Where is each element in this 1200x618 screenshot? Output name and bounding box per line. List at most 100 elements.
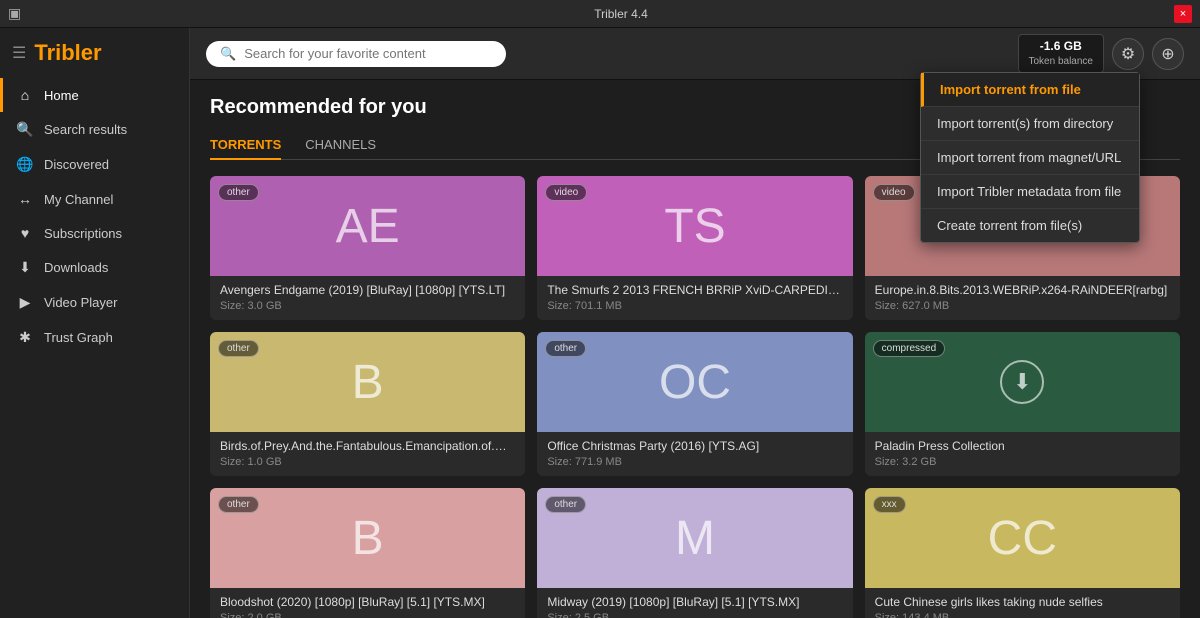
sidebar-label-search: Search results [44, 122, 127, 137]
app-icon: ▣ [8, 5, 21, 22]
card-initials: TS [664, 199, 725, 254]
graph-icon: ✱ [16, 329, 34, 346]
title-bar-controls: × [1174, 5, 1192, 23]
card-c5[interactable]: other OC Office Christmas Party (2016) [… [537, 332, 852, 476]
sidebar-item-downloads[interactable]: ⬇ Downloads [0, 250, 189, 285]
card-badge: xxx [873, 496, 906, 513]
card-thumbnail: other OC [537, 332, 852, 432]
card-badge: other [218, 184, 259, 201]
dropdown-item-import-dir[interactable]: Import torrent(s) from directory [921, 107, 1139, 141]
card-badge: compressed [873, 340, 945, 357]
card-initials: M [675, 511, 715, 566]
card-title: Midway (2019) [1080p] [BluRay] [5.1] [YT… [547, 595, 842, 609]
card-size: Size: 1.0 GB [220, 456, 515, 468]
card-title: Avengers Endgame (2019) [BluRay] [1080p]… [220, 283, 515, 297]
card-size: Size: 627.0 MB [875, 300, 1170, 312]
sidebar-item-trustgraph[interactable]: ✱ Trust Graph [0, 320, 189, 355]
card-initials: AE [336, 199, 400, 254]
card-thumbnail: other M [537, 488, 852, 588]
card-info: Paladin Press Collection Size: 3.2 GB [865, 432, 1180, 476]
card-badge: other [218, 340, 259, 357]
channel-icon: ↔ [16, 191, 34, 207]
card-info: Birds.of.Prey.And.the.Fantabulous.Emanci… [210, 432, 525, 476]
sidebar-item-home[interactable]: ⌂ Home [0, 78, 189, 112]
card-badge: video [873, 184, 915, 201]
card-size: Size: 2.0 GB [220, 612, 515, 618]
card-c2[interactable]: video TS The Smurfs 2 2013 FRENCH BRRiP … [537, 176, 852, 320]
card-title: Cute Chinese girls likes taking nude sel… [875, 595, 1170, 609]
tab-torrents[interactable]: TORRENTS [210, 131, 281, 160]
search-bar[interactable]: 🔍 [206, 41, 506, 67]
card-info: The Smurfs 2 2013 FRENCH BRRiP XviD-CARP… [537, 276, 852, 320]
card-initials: B [352, 355, 384, 410]
card-title: Bloodshot (2020) [1080p] [BluRay] [5.1] … [220, 595, 515, 609]
card-title: Paladin Press Collection [875, 439, 1170, 453]
token-amount: -1.6 GB [1029, 39, 1094, 55]
sidebar-label-home: Home [44, 88, 79, 103]
card-c6[interactable]: compressed ⬇ Paladin Press Collection Si… [865, 332, 1180, 476]
search-bar-icon: 🔍 [220, 46, 236, 62]
sidebar-item-videoplayer[interactable]: ▶ Video Player [0, 285, 189, 320]
header-right: -1.6 GB Token balance ⚙ ⊕ [1018, 34, 1185, 73]
sidebar-label-trustgraph: Trust Graph [44, 330, 113, 345]
heart-icon: ♥ [16, 225, 34, 241]
card-info: Avengers Endgame (2019) [BluRay] [1080p]… [210, 276, 525, 320]
card-info: Midway (2019) [1080p] [BluRay] [5.1] [YT… [537, 588, 852, 618]
sidebar-label-discovered: Discovered [44, 157, 109, 172]
download-icon: ⬇ [16, 259, 34, 276]
card-c9[interactable]: xxx CC Cute Chinese girls likes taking n… [865, 488, 1180, 618]
card-title: Europe.in.8.Bits.2013.WEBRiP.x264-RAiNDE… [875, 283, 1170, 297]
card-thumbnail: video TS [537, 176, 852, 276]
search-input[interactable] [244, 46, 492, 61]
search-icon: 🔍 [16, 121, 34, 138]
close-button[interactable]: × [1174, 5, 1192, 23]
card-size: Size: 143.4 MB [875, 612, 1170, 618]
card-initials: B [352, 511, 384, 566]
settings-button[interactable]: ⚙ [1112, 38, 1144, 70]
title-bar-left: ▣ [8, 5, 68, 22]
sidebar-item-discovered[interactable]: 🌐 Discovered [0, 147, 189, 182]
sidebar-item-mychannel[interactable]: ↔ My Channel [0, 182, 189, 216]
card-size: Size: 3.0 GB [220, 300, 515, 312]
token-balance: -1.6 GB Token balance [1018, 34, 1105, 73]
sidebar-label-mychannel: My Channel [44, 192, 113, 207]
card-info: Office Christmas Party (2016) [YTS.AG] S… [537, 432, 852, 476]
dropdown-item-import-magnet[interactable]: Import torrent from magnet/URL [921, 141, 1139, 175]
dropdown-item-create-torrent[interactable]: Create torrent from file(s) [921, 209, 1139, 242]
card-title: Office Christmas Party (2016) [YTS.AG] [547, 439, 842, 453]
card-badge: video [545, 184, 587, 201]
logo: Tribler [34, 40, 101, 66]
sidebar-label-subscriptions: Subscriptions [44, 226, 122, 241]
card-thumbnail: other B [210, 488, 525, 588]
add-button[interactable]: ⊕ [1152, 38, 1184, 70]
card-initials: OC [659, 355, 731, 410]
card-c1[interactable]: other AE Avengers Endgame (2019) [BluRay… [210, 176, 525, 320]
card-size: Size: 771.9 MB [547, 456, 842, 468]
card-c8[interactable]: other M Midway (2019) [1080p] [BluRay] [… [537, 488, 852, 618]
card-info: Bloodshot (2020) [1080p] [BluRay] [5.1] … [210, 588, 525, 618]
sidebar: ☰ Tribler ⌂ Home 🔍 Search results 🌐 Disc… [0, 28, 190, 618]
card-c7[interactable]: other B Bloodshot (2020) [1080p] [BluRay… [210, 488, 525, 618]
globe-icon: 🌐 [16, 156, 34, 173]
sidebar-header: ☰ Tribler [0, 32, 189, 78]
card-size: Size: 701.1 MB [547, 300, 842, 312]
home-icon: ⌂ [16, 87, 34, 103]
card-size: Size: 3.2 GB [875, 456, 1170, 468]
token-label: Token balance [1029, 55, 1094, 68]
dropdown-menu: Import torrent from fileImport torrent(s… [920, 72, 1140, 243]
card-c4[interactable]: other B Birds.of.Prey.And.the.Fantabulou… [210, 332, 525, 476]
dropdown-item-import-metadata[interactable]: Import Tribler metadata from file [921, 175, 1139, 209]
card-info: Europe.in.8.Bits.2013.WEBRiP.x264-RAiNDE… [865, 276, 1180, 320]
sidebar-item-subscriptions[interactable]: ♥ Subscriptions [0, 216, 189, 250]
card-badge: other [545, 340, 586, 357]
card-info: Cute Chinese girls likes taking nude sel… [865, 588, 1180, 618]
sidebar-item-search[interactable]: 🔍 Search results [0, 112, 189, 147]
card-badge: other [218, 496, 259, 513]
dropdown-item-import-file[interactable]: Import torrent from file [921, 73, 1139, 107]
card-thumbnail: other AE [210, 176, 525, 276]
tab-channels[interactable]: CHANNELS [305, 131, 376, 160]
hamburger-icon[interactable]: ☰ [12, 43, 26, 63]
play-icon: ▶ [16, 294, 34, 311]
sidebar-label-downloads: Downloads [44, 260, 108, 275]
title-bar-title: Tribler 4.4 [68, 7, 1174, 21]
